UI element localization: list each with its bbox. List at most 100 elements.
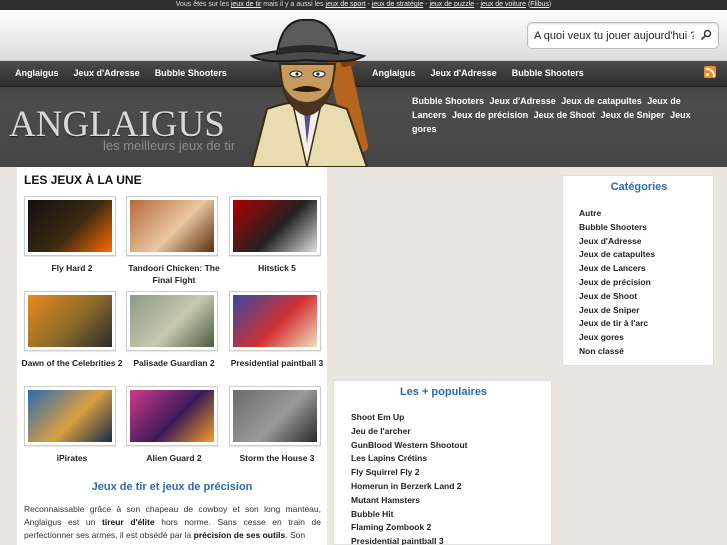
game-tile[interactable]: Presidential paintball 3 xyxy=(229,291,325,369)
article-paragraph: Reconnaissable grâce à son chapeau de co… xyxy=(24,503,321,542)
rss-icon[interactable] xyxy=(704,66,716,78)
strip-paren-close: ) xyxy=(548,1,552,8)
site-tagline: les meilleurs jeux de tir xyxy=(103,138,236,153)
game-title[interactable]: Alien Guard 2 xyxy=(122,452,226,464)
game-tile[interactable]: iPirates xyxy=(24,386,120,464)
game-tile[interactable]: Fly Hard 2 xyxy=(24,196,120,274)
game-thumbnail[interactable] xyxy=(126,386,218,446)
link-jeux-de-voiture[interactable]: jeux de voiture xyxy=(480,1,526,8)
game-thumbnail-image xyxy=(130,200,214,252)
game-thumbnail-image xyxy=(130,390,214,442)
search-icon xyxy=(700,29,712,40)
game-title[interactable]: Hitstick 5 xyxy=(225,262,329,274)
game-thumbnail[interactable] xyxy=(24,291,116,351)
strip-mid: mais il y a aussi les xyxy=(263,1,324,8)
category-item[interactable]: Jeux de précision xyxy=(579,277,655,291)
game-tile[interactable]: Hitstick 5 xyxy=(229,196,325,274)
nav-item-bubble-shooters[interactable]: Bubble Shooters xyxy=(512,68,584,78)
link-jeux-de-strategie[interactable]: jeux de stratégie xyxy=(372,1,423,8)
game-title[interactable]: Tandoori Chicken: The Final Fight xyxy=(122,262,226,286)
popular-item[interactable]: GunBlood Western Shootout xyxy=(351,440,467,454)
popular-item[interactable]: Presidential paintball 3 xyxy=(351,536,467,545)
link-jeux-de-tir[interactable]: jeux de tir xyxy=(231,1,261,8)
game-title[interactable]: Dawn of the Celebrities 2 xyxy=(20,357,124,369)
nav-item-jeux-adresse[interactable]: Jeux d'Adresse xyxy=(431,68,497,78)
game-thumbnail-image xyxy=(130,295,214,347)
category-item[interactable]: Jeux de Lancers xyxy=(579,263,655,277)
link-jeux-de-puzzle[interactable]: jeux de puzzle xyxy=(429,1,474,8)
game-thumbnail-image xyxy=(28,390,112,442)
categories-title: Catégories xyxy=(610,181,668,193)
categories-box: Catégories Autre Bubble Shooters Jeux d'Ad… xyxy=(562,175,714,366)
category-item[interactable]: Autre xyxy=(579,208,655,222)
category-item[interactable]: Jeux de catapultes xyxy=(579,249,655,263)
popular-item[interactable]: Flaming Zombook 2 xyxy=(351,522,467,536)
game-thumbnail[interactable] xyxy=(24,196,116,256)
link-credit[interactable]: Flibus xyxy=(530,1,549,8)
game-title[interactable]: Palisade Guardian 2 xyxy=(122,357,226,369)
header-cat-link[interactable]: Bubble Shooters xyxy=(412,96,484,106)
category-item[interactable]: Jeux d'Adresse xyxy=(579,236,655,250)
article-bold: précision de ses outils xyxy=(193,530,286,540)
game-thumbnail-image xyxy=(28,200,112,252)
header-cat-link[interactable]: Jeux de catapultes xyxy=(561,96,642,106)
game-title[interactable]: Storm the House 3 xyxy=(225,452,329,464)
game-thumbnail[interactable] xyxy=(126,196,218,256)
header-category-links: Bubble Shooters Jeux d'Adresse Jeux de c… xyxy=(412,94,717,136)
category-item[interactable]: Jeux de Sniper xyxy=(579,305,655,319)
search-box xyxy=(527,22,719,49)
header-cat-link[interactable]: Jeux d'Adresse xyxy=(490,96,556,106)
popular-item[interactable]: Bubble Hit xyxy=(351,509,467,523)
category-item[interactable]: Jeux gores xyxy=(579,332,655,346)
link-jeux-de-sport[interactable]: jeux de sport xyxy=(326,1,366,8)
game-tile[interactable]: Alien Guard 2 xyxy=(126,386,222,464)
game-thumbnail-image xyxy=(233,295,317,347)
game-tile[interactable]: Storm the House 3 xyxy=(229,386,325,464)
header-cat-link[interactable]: Jeux de Shoot xyxy=(534,110,596,120)
categories-list: Autre Bubble Shooters Jeux d'Adresse Jeux d… xyxy=(579,208,655,360)
game-thumbnail[interactable] xyxy=(229,291,321,351)
game-thumbnail[interactable] xyxy=(229,196,321,256)
popular-item[interactable]: Homerun in Berzerk Land 2 xyxy=(351,481,467,495)
nav-item-anglaigus[interactable]: Anglaigus xyxy=(15,68,59,78)
category-item[interactable]: Bubble Shooters xyxy=(579,222,655,236)
game-thumbnail-image xyxy=(233,200,317,252)
header-cat-link[interactable]: Jeux de précision xyxy=(452,110,528,120)
popular-list: Shoot Em Up Jeu de l'archer GunBlood Weste… xyxy=(351,412,467,545)
popular-title: Les + populaires xyxy=(399,386,488,398)
game-tile[interactable]: Tandoori Chicken: The Final Fight xyxy=(126,196,222,286)
popular-item[interactable]: Les Lapins Crétins xyxy=(351,453,467,467)
search-input[interactable] xyxy=(534,28,694,44)
game-thumbnail[interactable] xyxy=(229,386,321,446)
nav-left: Anglaigus Jeux d'Adresse Bubble Shooters xyxy=(15,68,227,78)
game-title[interactable]: iPirates xyxy=(20,452,124,464)
game-title[interactable]: Fly Hard 2 xyxy=(20,262,124,274)
popular-item[interactable]: Jeu de l'archer xyxy=(351,426,467,440)
popular-item[interactable]: Mutant Hamsters xyxy=(351,495,467,509)
popular-item[interactable]: Shoot Em Up xyxy=(351,412,467,426)
category-item[interactable]: Jeux de Shoot xyxy=(579,291,655,305)
article-bold: tireur d'élite xyxy=(102,517,155,527)
nav-item-jeux-adresse[interactable]: Jeux d'Adresse xyxy=(74,68,140,78)
game-thumbnail-image xyxy=(28,295,112,347)
search-button[interactable] xyxy=(698,28,714,44)
category-item[interactable]: Non classé xyxy=(579,346,655,360)
category-item[interactable]: Jeux de tir à l'arc xyxy=(579,318,655,332)
game-thumbnail[interactable] xyxy=(24,386,116,446)
article-text: . Son xyxy=(285,530,306,540)
popular-games-box: Les + populaires Shoot Em Up Jeu de l'arc… xyxy=(333,380,552,545)
nav-item-bubble-shooters[interactable]: Bubble Shooters xyxy=(155,68,227,78)
cowboy-mascot-illustration xyxy=(249,18,369,167)
game-tile[interactable]: Palisade Guardian 2 xyxy=(126,291,222,369)
top-info-strip: Vous êtes sur les jeux de tir mais il y … xyxy=(0,0,727,10)
featured-section-title: LES JEUX À LA UNE xyxy=(24,173,142,187)
game-thumbnail[interactable] xyxy=(126,291,218,351)
game-thumbnail-image xyxy=(233,390,317,442)
strip-prefix: Vous êtes sur les xyxy=(175,1,229,8)
popular-item[interactable]: Fly Squirrel Fly 2 xyxy=(351,467,467,481)
header-cat-link[interactable]: Jeux de Sniper xyxy=(601,110,665,120)
article-title: Jeux de tir et jeux de précision xyxy=(91,481,253,493)
game-tile[interactable]: Dawn of the Celebrities 2 xyxy=(21,291,123,369)
nav-right: Anglaigus Jeux d'Adresse Bubble Shooters xyxy=(372,68,584,78)
game-title[interactable]: Presidential paintball 3 xyxy=(225,357,329,369)
